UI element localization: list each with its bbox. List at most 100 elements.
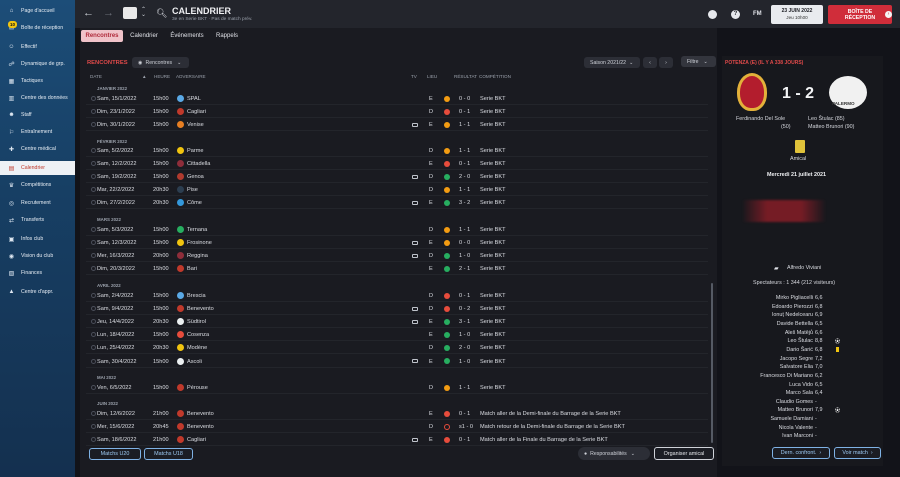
player-row[interactable]: Mirko Pigliacelli 6,6 [722,294,883,303]
row-select-icon[interactable] [91,109,96,115]
tab-evenements[interactable]: Événements [166,30,208,42]
row-select-icon[interactable] [91,227,96,232]
fixture-opponent[interactable]: Bari [187,266,197,272]
row-select-icon[interactable] [91,385,96,390]
table-row[interactable]: Sam, 12/2/2022 15h00 Cittadella E 0 - 1 Serie… [86,158,708,171]
player-row[interactable]: Luca Vido 6,5 [722,381,883,390]
fixture-opponent[interactable]: Cittadella [187,161,210,167]
fixture-competition[interactable]: Match aller de la Demi-finale du Barrage… [480,411,621,417]
row-select-icon[interactable] [91,306,96,312]
sidebar-item-trophy[interactable]: ♛ Compétitions [0,178,75,192]
table-row[interactable]: Sam, 30/4/2022 15h00 Ascoli E 1 - 0 Serie BKT [86,356,708,368]
col-adversaire[interactable]: ADVERSAIRE [176,74,206,79]
col-heure[interactable]: HEURE [154,74,170,79]
next-button[interactable]: › [659,57,673,68]
fixture-score[interactable]: 0 - 0 [459,240,470,246]
row-select-icon[interactable] [91,319,96,325]
fixture-competition[interactable]: Serie BKT [480,319,506,325]
fixture-opponent[interactable]: Parme [187,148,203,154]
fm-menu[interactable]: FM [753,11,762,17]
sidebar-item-tactics[interactable]: ▦ Tactiques [0,74,75,88]
fixture-opponent[interactable]: Pérouse [187,385,208,391]
player-row[interactable]: Samuele Damiani - [722,415,883,424]
view-match-button[interactable]: Voir match › [834,447,881,459]
table-row[interactable]: Dim, 12/6/2022 21h00 Benevento E 0 - 1 Match … [86,408,708,420]
prev-button[interactable]: ‹ [643,57,657,68]
fixture-competition[interactable]: Serie BKT [480,122,506,128]
row-select-icon[interactable] [91,96,96,101]
scrollbar[interactable] [711,283,713,443]
fixture-opponent[interactable]: Côme [187,200,202,206]
sidebar-item-training[interactable]: ⚐ Entraînement [0,125,75,139]
fixture-competition[interactable]: Serie BKT [480,148,506,154]
table-row[interactable]: Dim, 23/1/2022 15h00 Cagliari D 0 - 1 Serie B… [86,106,708,119]
row-select-icon[interactable] [91,187,96,193]
fixture-competition[interactable]: Serie BKT [480,345,506,351]
help-icon[interactable]: ? [731,10,740,19]
row-select-icon[interactable] [91,200,96,206]
col-tv[interactable]: TV [411,74,417,79]
table-row[interactable]: Ven, 6/5/2022 15h00 Pérouse D 1 - 1 Serie BKT [86,382,708,394]
table-row[interactable]: Mer, 16/3/2022 20h00 Reggina D 1 - 0 Serie BK… [86,250,708,263]
filter-button[interactable]: Filtre ⌄ [681,56,716,67]
continue-arrow-icon[interactable]: › [885,11,892,18]
fixture-opponent[interactable]: Modène [187,345,207,351]
player-row[interactable]: Nicola Valente - [722,424,883,433]
table-row[interactable]: Dim, 27/2/2022 20h30 Côme E 3 - 2 Serie BKT [86,197,708,210]
inbox-continue-button[interactable]: BOÎTE DE RÉCEPTION [828,5,892,24]
sidebar-item-staff[interactable]: ☻ Staff [0,108,75,122]
col-lieu[interactable]: LIEU [427,74,437,79]
back-arrow-icon[interactable]: ← [83,7,94,19]
home-crest-icon[interactable] [737,73,767,111]
fixture-competition[interactable]: Serie BKT [480,306,506,312]
player-row[interactable]: Salvatore Elia 7,0 [722,363,883,372]
match-header[interactable]: POTENZA (E) (IL Y A 338 JOURS) [725,60,803,66]
sidebar-item-medical[interactable]: ✚ Centre médical [0,142,75,156]
fixture-score[interactable]: 0 - 1 [459,437,470,443]
sidebar-item-transfers[interactable]: ⇄ Transferts [0,213,75,227]
player-row[interactable]: Davide Bettella 6,5 [722,320,883,329]
tab-rappels[interactable]: Rappels [211,30,243,42]
fixture-score[interactable]: 1 - 1 [459,227,470,233]
fixture-competition[interactable]: Serie BKT [480,109,506,115]
fixture-score[interactable]: 3 - 2 [459,200,470,206]
responsibilities-dropdown[interactable]: ● Responsabilités ⌄ [578,447,650,460]
fixture-competition[interactable]: Serie BKT [480,200,506,206]
fixture-competition[interactable]: Serie BKT [480,359,506,365]
col-competition[interactable]: COMPÉTITION [479,74,511,79]
sidebar-item-squad[interactable]: ☺ Effectif [0,40,75,54]
u18-matches-button[interactable]: Matchs U18 [144,448,193,460]
row-select-icon[interactable] [91,411,96,416]
row-select-icon[interactable] [91,358,96,364]
club-crest-icon[interactable] [123,7,137,19]
row-select-icon[interactable] [91,266,96,272]
fixture-opponent[interactable]: Venise [187,122,204,128]
player-row[interactable]: Matteo Brunori 7,9 ⚽︎ [722,406,883,415]
player-row[interactable]: Aleš Matějů 6,6 [722,329,883,338]
fixture-competition[interactable]: Serie BKT [480,293,506,299]
fixture-score[interactable]: 2 - 0 [459,174,470,180]
fixture-score[interactable]: 0 - 1 [459,161,470,167]
fixture-score[interactable]: 1 - 0 [459,359,470,365]
fixture-competition[interactable]: Match retour de la Demi-finale du Barrag… [480,424,625,430]
table-row[interactable]: Mer, 15/6/2022 20h45 Benevento Ds1 - 0 Match… [86,421,708,434]
fixture-opponent[interactable]: Benevento [187,306,214,312]
fixture-opponent[interactable]: Cagliari [187,437,206,443]
sidebar-item-club-vision[interactable]: ◉ Vision du club [0,249,75,263]
row-select-icon[interactable] [91,240,96,246]
fixture-score[interactable]: 1 - 1 [459,385,470,391]
fixture-competition[interactable]: Serie BKT [480,174,506,180]
table-row[interactable]: Sam, 9/4/2022 15h00 Benevento D 0 - 2 Serie B… [86,303,708,316]
player-row[interactable]: Dario Šarić 6,8 [722,346,883,355]
search-icon[interactable]: 🔍︎ [156,8,167,19]
fixture-competition[interactable]: Serie BKT [480,385,506,391]
row-select-icon[interactable] [91,253,96,259]
arrange-friendly-button[interactable]: Organiser amical [654,447,714,460]
sidebar-item-calendar[interactable]: ▤ Calendrier [0,161,75,175]
sidebar-item-academy[interactable]: ▲ Centre d'appr. [0,285,75,299]
table-row[interactable]: Mar, 22/2/2022 20h30 Pise D 1 - 1 Serie BKT [86,184,708,197]
fixture-score[interactable]: 2 - 0 [459,345,470,351]
table-row[interactable]: Dim, 30/1/2022 15h00 Venise E 1 - 1 Serie BKT [86,119,708,132]
fixture-opponent[interactable]: Cosenza [187,332,209,338]
row-select-icon[interactable] [91,148,96,153]
